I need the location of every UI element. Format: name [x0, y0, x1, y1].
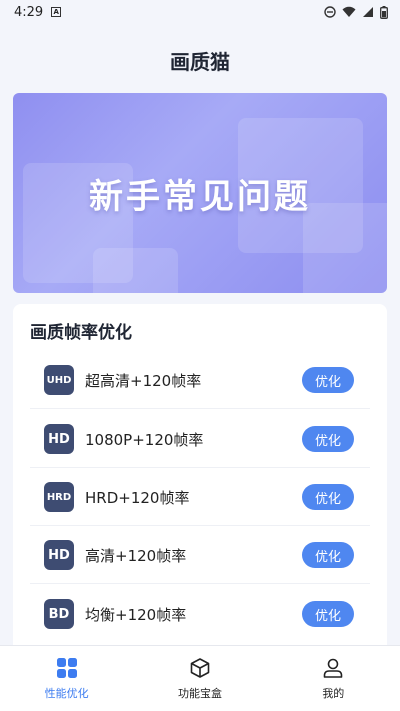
optimize-button[interactable]: 优化: [302, 542, 354, 568]
bottom-tab-bar: 性能优化 功能宝盒 我的: [0, 645, 400, 711]
tab-toolbox[interactable]: 功能宝盒: [133, 646, 266, 711]
optimize-button[interactable]: 优化: [302, 601, 354, 627]
list-item: BD 均衡+120帧率 优化: [30, 585, 370, 643]
page-title: 画质猫: [170, 50, 230, 74]
optimization-card: 画质帧率优化 UHD 超高清+120帧率 优化 HD 1080P+120帧率 优…: [13, 304, 387, 664]
status-bar: 4:29 A: [0, 0, 400, 24]
tab-label: 我的: [322, 686, 345, 700]
tab-performance[interactable]: 性能优化: [0, 646, 133, 711]
tab-label: 功能宝盒: [177, 686, 222, 700]
hd-badge-icon: HD: [44, 424, 74, 454]
grid-icon: [56, 657, 77, 678]
box-icon: [190, 657, 210, 678]
list-item-label: 高清+120帧率: [85, 546, 187, 565]
divider: [30, 583, 370, 584]
dnd-icon: [324, 6, 336, 18]
list-item-label: 超高清+120帧率: [85, 371, 202, 390]
list-item-label: HRD+120帧率: [85, 488, 190, 507]
list-item-label: 均衡+120帧率: [85, 605, 187, 624]
tab-me[interactable]: 我的: [267, 646, 400, 711]
hrd-badge-icon: HRD: [44, 482, 74, 512]
notification-icon: A: [51, 7, 62, 17]
optimize-button[interactable]: 优化: [302, 484, 354, 510]
section-title: 画质帧率优化: [30, 323, 132, 343]
tab-label: 性能优化: [44, 686, 89, 700]
signal-icon: [363, 7, 373, 17]
uhd-badge-icon: UHD: [44, 365, 74, 395]
wifi-icon: [342, 6, 356, 17]
list-item: HD 高清+120帧率 优化: [30, 526, 370, 584]
optimize-button[interactable]: 优化: [302, 367, 354, 393]
hd-badge-icon: HD: [44, 540, 74, 570]
status-time: 4:29: [14, 4, 44, 20]
banner-title: 新手常见问题: [89, 176, 311, 217]
list-item: HD 1080P+120帧率 优化: [30, 410, 370, 468]
list-item: HRD HRD+120帧率 优化: [30, 468, 370, 526]
list-item-label: 1080P+120帧率: [85, 430, 204, 449]
faq-banner[interactable]: 新手常见问题: [13, 93, 387, 293]
list-item: UHD 超高清+120帧率 优化: [30, 351, 370, 409]
optimize-button[interactable]: 优化: [302, 426, 354, 452]
divider: [30, 408, 370, 409]
battery-icon: [380, 5, 388, 19]
user-icon: [324, 658, 343, 678]
bd-badge-icon: BD: [44, 599, 74, 629]
